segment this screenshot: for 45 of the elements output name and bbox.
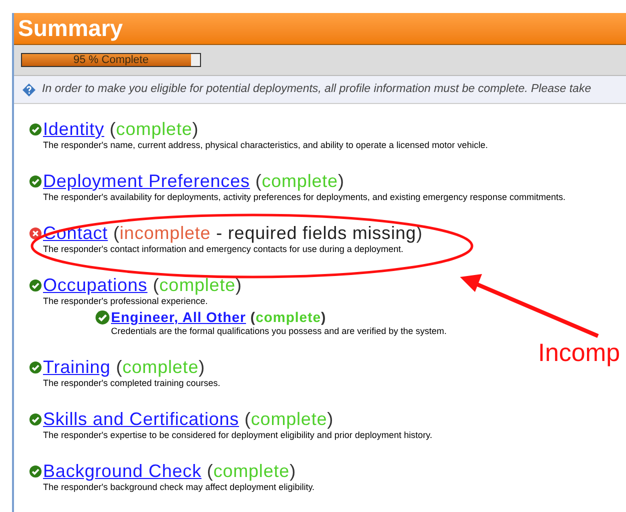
parenthesis: ) [198,357,206,377]
section-description: The responder's expertise to be considered for deployment eligibility and prior deployment history. [43,430,434,441]
section-link[interactable]: Deployment Preferences [43,171,250,191]
status-text: complete [262,171,338,191]
parenthesis: ( [206,461,214,481]
progress-label: 95 % Complete [72,54,150,66]
section-link[interactable]: Occupations [43,275,148,295]
section-link[interactable]: Background Check [43,461,202,481]
header-title: Summary [18,14,123,44]
parenthesis: ) [416,223,423,243]
status-note: - required fields missing [215,223,416,243]
parenthesis: ) [338,171,344,191]
help-icon [22,82,36,97]
info-text: In order to make you eligible for potential deployments, all profile information must be complete. Please take [42,82,592,98]
section-description: The responder's availability for deployments, activity preferences for deployments, and existing emergency response commitments. [43,192,566,203]
parenthesis: ) [192,119,199,139]
status-text: complete [116,119,192,139]
section-description: The responder's background check may affect deployment eligibility. [43,482,316,493]
parenthesis: ) [327,409,334,429]
parenthesis: ( [152,275,160,295]
status-text: complete [256,309,322,325]
parenthesis: ( [113,223,120,243]
status-text: incomplete [120,223,211,243]
section-description: The responder's professional experience. [43,296,209,307]
parenthesis: ( [244,409,251,429]
parenthesis: ) [236,275,242,295]
parenthesis: ( [110,119,116,139]
status-text: complete [159,275,236,295]
section-description: Credentials are the formal qualifications you possess and are verified by the system. [111,326,448,337]
status-text: complete [122,357,199,377]
annotation-label: Incomp [538,338,620,368]
section-link[interactable]: Engineer, All Other [111,309,246,325]
section-description: The responder's contact information and emergency contacts for use during a deployment. [43,244,404,255]
parenthesis: ( [255,171,262,191]
section-link[interactable]: Training [43,357,111,377]
section-description: The responder's name, current address, physical characteristics, and ability to operate a licensed motor vehicle. [43,140,489,151]
section-description: The responder's completed training courses. [43,378,222,389]
parenthesis: ( [250,309,256,325]
section-link[interactable]: Identity [43,119,104,139]
parenthesis: ( [116,357,122,377]
status-text: complete [250,409,328,429]
parenthesis: ) [290,461,296,481]
section-link[interactable]: Skills and Certifications [43,409,240,429]
parenthesis: ) [321,309,326,325]
status-text: complete [213,461,290,481]
